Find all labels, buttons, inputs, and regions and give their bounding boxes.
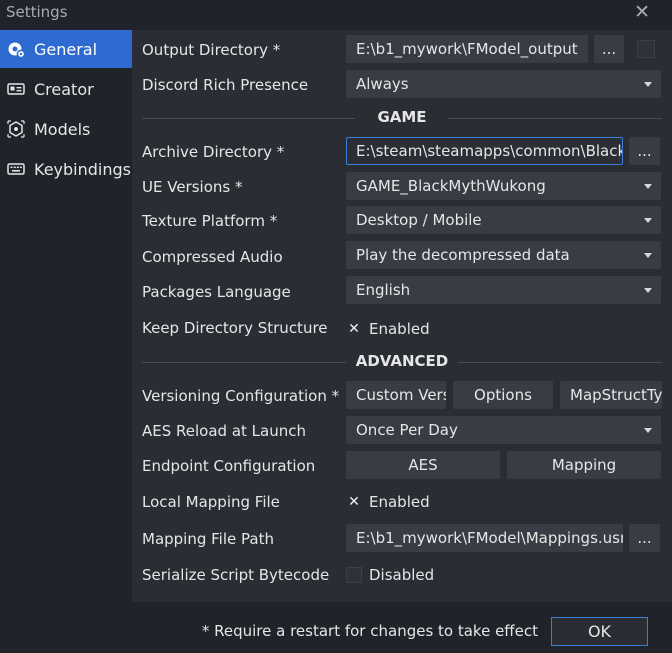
aes-reload-dropdown[interactable]: Once Per Day [346,416,661,444]
divider [458,362,662,363]
output-directory-label: Output Directory * [142,41,281,59]
title-bar: Settings ✕ [0,0,672,26]
window-title: Settings [6,3,68,21]
settings-panel: Output Directory * E:\b1_mywork\FModel_o… [132,30,672,602]
custom-versions-button[interactable]: Custom Versions [346,381,446,409]
keep-directory-text: Enabled [369,320,430,338]
mapping-path-row: Mapping File Path E:\b1_mywork\FModel\Ma… [132,524,672,559]
aes-reload-label: AES Reload at Launch [142,422,306,440]
output-directory-input[interactable]: E:\b1_mywork\FModel_output [346,35,588,63]
endpoint-label: Endpoint Configuration [142,457,316,475]
archive-directory-input[interactable]: E:\steam\steamapps\common\BlackMythWukon… [346,137,623,165]
advanced-section-header: ADVANCED [142,352,662,372]
compressed-audio-label: Compressed Audio [142,248,283,266]
aes-reload-row: AES Reload at Launch Once Per Day [132,416,672,451]
ue-versions-dropdown[interactable]: GAME_BlackMythWukong [346,172,661,200]
compressed-audio-value: Play the decompressed data [356,246,570,264]
id-card-icon [7,80,25,98]
local-mapping-row: Local Mapping File ✕ Enabled [132,487,672,522]
endpoint-row: Endpoint Configuration AES Mapping [132,451,672,486]
aes-reload-value: Once Per Day [356,421,458,439]
compressed-audio-row: Compressed Audio Play the decompressed d… [132,241,672,276]
keyboard-icon [7,160,25,178]
check-mark-icon: ✕ [348,321,360,337]
keep-directory-checkbox[interactable]: ✕ Enabled [346,320,430,338]
advanced-section-title: ADVANCED [355,352,449,370]
sidebar: General Creator Models Keybindings [0,30,132,602]
ue-versions-label: UE Versions * [142,178,243,196]
discord-row: Discord Rich Presence Always [132,70,672,105]
gear-icon [7,40,25,58]
texture-platform-dropdown[interactable]: Desktop / Mobile [346,206,661,234]
ok-button[interactable]: OK [551,617,648,646]
packages-language-value: English [356,281,411,299]
archive-directory-row: Archive Directory * E:\steam\steamapps\c… [132,137,672,172]
sidebar-item-general[interactable]: General [0,30,132,68]
game-section-header: GAME [142,108,662,128]
chevron-down-icon [644,218,652,223]
mapping-path-input[interactable]: E:\b1_mywork\FModel\Mappings.usmap [346,524,623,552]
cube-icon [7,120,25,138]
check-mark-icon: ✕ [348,494,360,510]
compressed-audio-dropdown[interactable]: Play the decompressed data [346,241,661,269]
sidebar-item-models[interactable]: Models [0,110,132,148]
output-directory-row: Output Directory * E:\b1_mywork\FModel_o… [132,35,672,70]
local-mapping-checkbox[interactable]: ✕ Enabled [346,493,430,511]
texture-platform-value: Desktop / Mobile [356,211,482,229]
mapping-path-browse-button[interactable]: ... [629,524,660,552]
versioning-row: Versioning Configuration * Custom Versio… [132,381,672,416]
map-struct-types-button[interactable]: MapStructTypes [560,381,662,409]
packages-language-label: Packages Language [142,283,291,301]
chevron-down-icon [644,428,652,433]
mapping-endpoint-button[interactable]: Mapping [507,451,661,479]
discord-dropdown[interactable]: Always [346,70,661,98]
serialize-checkbox[interactable]: Disabled [346,566,434,584]
keep-directory-label: Keep Directory Structure [142,319,328,337]
serialize-row: Serialize Script Bytecode Disabled [132,560,672,595]
archive-directory-label: Archive Directory * [142,143,285,161]
texture-platform-row: Texture Platform * Desktop / Mobile [132,206,672,241]
sidebar-item-label: General [34,39,98,59]
footer: * Require a restart for changes to take … [0,602,672,653]
restart-note: * Require a restart for changes to take … [201,622,538,640]
chevron-down-icon [644,288,652,293]
chevron-down-icon [644,82,652,87]
sidebar-item-label: Keybindings [34,159,131,179]
archive-directory-browse-button[interactable]: ... [629,137,660,165]
game-section-title: GAME [377,108,427,126]
keep-directory-row: Keep Directory Structure ✕ Enabled [132,314,672,349]
aes-endpoint-button[interactable]: AES [346,451,500,479]
sidebar-item-keybindings[interactable]: Keybindings [0,150,132,188]
output-directory-browse-button[interactable]: ... [594,35,624,63]
chevron-down-icon [644,184,652,189]
divider [448,118,662,119]
serialize-text: Disabled [369,566,435,584]
versioning-label: Versioning Configuration * [142,387,340,405]
texture-platform-label: Texture Platform * [142,212,278,230]
chevron-down-icon [644,253,652,258]
serialize-label: Serialize Script Bytecode [142,566,330,584]
packages-language-dropdown[interactable]: English [346,276,661,304]
checkbox-empty-icon [346,567,362,583]
sidebar-item-label: Creator [34,79,94,99]
discord-value: Always [356,75,409,93]
discord-label: Discord Rich Presence [142,76,309,94]
options-button[interactable]: Options [453,381,553,409]
ue-versions-value: GAME_BlackMythWukong [356,177,546,195]
sidebar-item-creator[interactable]: Creator [0,70,132,108]
ue-versions-row: UE Versions * GAME_BlackMythWukong [132,172,672,207]
sidebar-item-label: Models [34,119,91,139]
output-directory-checkbox[interactable] [637,40,655,58]
packages-language-row: Packages Language English [132,276,672,311]
close-icon[interactable]: ✕ [634,2,650,22]
local-mapping-label: Local Mapping File [142,493,280,511]
local-mapping-text: Enabled [369,493,430,511]
mapping-path-label: Mapping File Path [142,530,274,548]
